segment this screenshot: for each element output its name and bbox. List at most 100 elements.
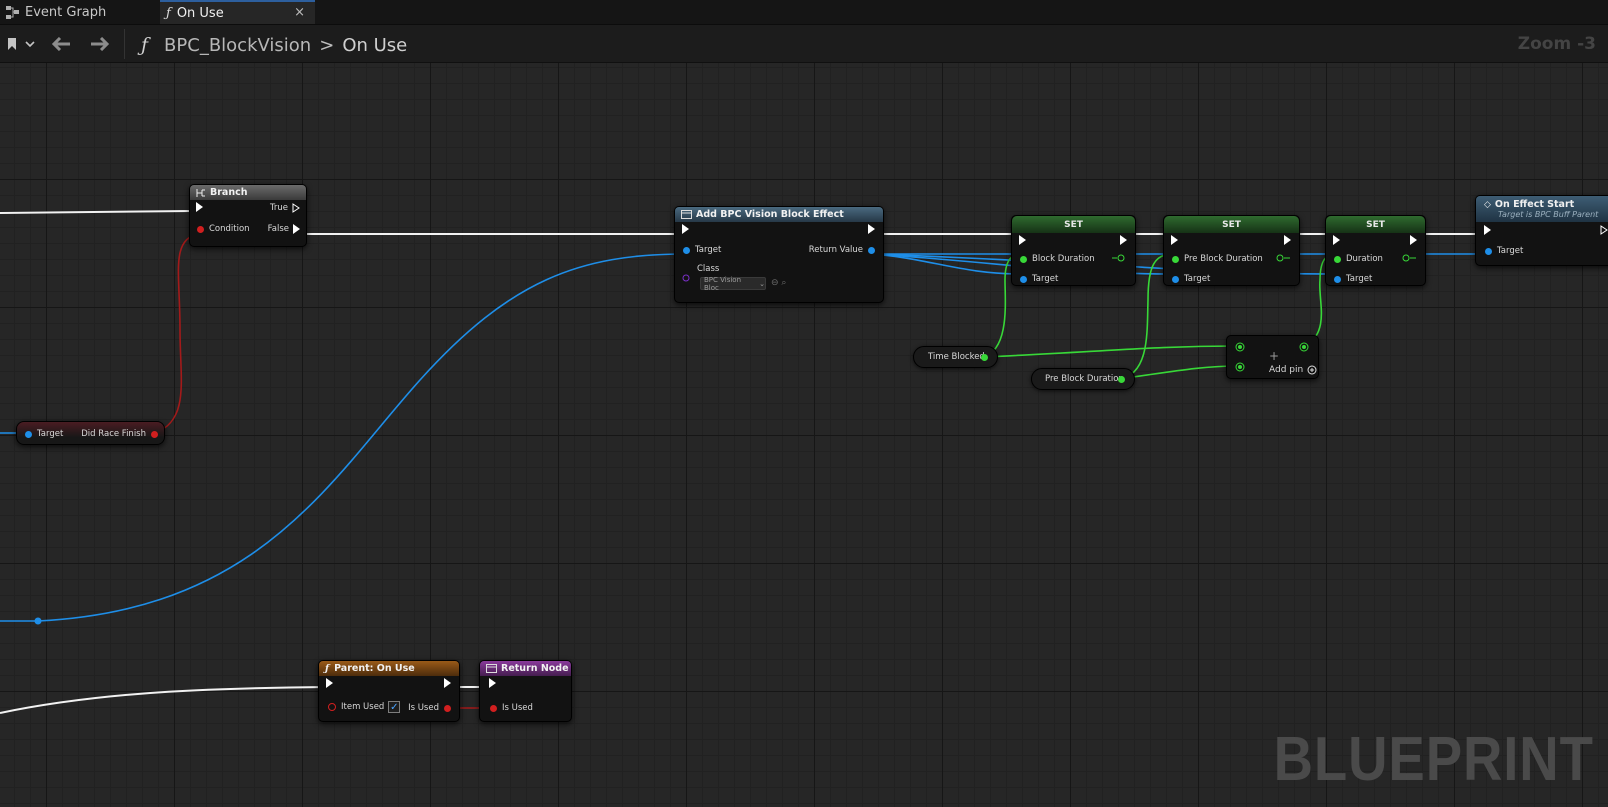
event-graph-icon	[6, 5, 19, 19]
tab-bar: Event Graph ƒ On Use ×	[0, 0, 1608, 25]
target-pin[interactable]: Target	[1485, 246, 1523, 256]
is-used-label: Is Used	[408, 703, 439, 713]
pre-block-duration-variable-node[interactable]: Pre Block Duration	[1031, 368, 1135, 390]
did-race-finish-pin[interactable]: Did Race Finish	[81, 429, 158, 439]
block-duration-pin[interactable]: Block Duration	[1020, 254, 1095, 264]
duration-label: Duration	[1346, 254, 1383, 264]
target-label: Target	[1032, 274, 1059, 284]
breadcrumb-separator: >	[319, 34, 335, 56]
tab-on-use[interactable]: ƒ On Use ×	[160, 0, 315, 24]
on-effect-start-title: On Effect Start	[1494, 199, 1575, 210]
did-race-finish-label: Did Race Finish	[81, 429, 146, 439]
block-duration-out-pin[interactable]	[1112, 254, 1126, 262]
parent-on-use-header[interactable]: ƒ Parent: On Use	[319, 661, 459, 676]
class-pin[interactable]	[682, 274, 692, 282]
return-value-label: Return Value	[808, 245, 863, 255]
breadcrumb-function[interactable]: On Use	[342, 35, 407, 56]
time-blocked-variable-node[interactable]: Time Blocked	[913, 346, 998, 368]
target-pin[interactable]: Target	[25, 429, 63, 439]
bookmark-dropdown-button[interactable]	[2, 31, 38, 57]
function-icon: ƒ	[166, 5, 171, 21]
exec-out-pin[interactable]	[1284, 235, 1291, 245]
condition-pin[interactable]: Condition	[197, 224, 250, 234]
add-pin-label: Add pin	[1269, 365, 1304, 375]
toolbar-divider	[124, 29, 125, 59]
target-label: Target	[1184, 274, 1211, 284]
exec-out-pin[interactable]	[444, 678, 451, 688]
blueprint-watermark: BLUEPRINT	[1273, 725, 1594, 794]
forward-button[interactable]	[85, 31, 113, 57]
browse-icon[interactable]: ⊖ ⌕	[771, 278, 786, 288]
back-button[interactable]	[48, 31, 76, 57]
set-header[interactable]: SET	[1012, 216, 1135, 233]
time-blocked-label: Time Blocked	[928, 352, 985, 362]
exec-in-pin[interactable]	[489, 678, 496, 688]
close-tab-icon[interactable]: ×	[294, 5, 305, 20]
tab-event-graph[interactable]: Event Graph	[0, 0, 155, 24]
did-race-finish-node[interactable]: Target Did Race Finish	[16, 421, 165, 445]
pre-block-duration-out-pin[interactable]	[1118, 376, 1125, 383]
add-output-pin[interactable]	[1299, 342, 1309, 352]
add-effect-title: Add BPC Vision Block Effect	[696, 209, 844, 220]
add-float-node[interactable]: + Add pin	[1226, 335, 1319, 379]
arrow-left-icon	[52, 37, 70, 51]
duration-pin[interactable]: Duration	[1334, 254, 1383, 264]
is-used-pin[interactable]: Is Used	[408, 703, 451, 713]
add-vision-block-effect-node[interactable]: Add BPC Vision Block Effect Target Retur…	[674, 206, 884, 303]
add-input-b-pin[interactable]	[1235, 362, 1245, 372]
exec-out-pin[interactable]	[1120, 235, 1127, 245]
branch-header[interactable]: Branch	[190, 185, 306, 200]
item-used-pin[interactable]: Item Used ✓	[327, 701, 401, 713]
set-header[interactable]: SET	[1164, 216, 1299, 233]
breadcrumb-blueprint[interactable]: BPC_BlockVision	[164, 35, 311, 56]
return-value-pin[interactable]: Return Value	[809, 245, 875, 255]
add-input-a-pin[interactable]	[1235, 342, 1245, 352]
set-block-duration-node[interactable]: SET Block Duration Target	[1011, 215, 1136, 286]
bookmark-icon	[8, 38, 35, 50]
exec-in-pin[interactable]	[196, 202, 203, 212]
exec-out-hollow-icon	[292, 203, 300, 213]
return-node-header[interactable]: Return Node	[480, 661, 571, 676]
exec-out-pin[interactable]	[868, 224, 875, 234]
target-pin[interactable]: Target	[1020, 274, 1058, 284]
function-icon: ƒ	[325, 663, 330, 674]
exec-in-pin[interactable]	[1484, 225, 1491, 235]
branch-node[interactable]: Branch True Condition False	[189, 184, 307, 247]
item-used-checkbox[interactable]: ✓	[388, 701, 401, 713]
set-duration-node[interactable]: SET Duration Target	[1325, 215, 1426, 286]
breadcrumb: ƒ BPC_BlockVision > On Use	[133, 31, 407, 59]
duration-out-pin[interactable]	[1402, 254, 1416, 262]
on-effect-start-node[interactable]: ◇ On Effect Start Target is BPC Buff Pare…	[1475, 195, 1608, 266]
target-pin[interactable]: Target	[1334, 274, 1372, 284]
parent-on-use-node[interactable]: ƒ Parent: On Use Item Used ✓ Is Used	[318, 660, 460, 722]
pre-block-duration-out-pin[interactable]	[1276, 254, 1290, 262]
function-icon: ƒ	[141, 34, 149, 56]
exec-in-pin[interactable]	[1171, 235, 1178, 245]
on-effect-start-subtitle: Target is BPC Buff Parent	[1498, 210, 1599, 219]
exec-out-pin[interactable]	[1410, 235, 1417, 245]
time-blocked-pin[interactable]	[981, 354, 988, 361]
add-pin-button[interactable]: Add pin	[1269, 365, 1317, 375]
class-value: BPC Vision Bloc	[704, 275, 742, 292]
class-dropdown[interactable]: BPC Vision Bloc ⌄	[700, 275, 766, 292]
exec-in-pin[interactable]	[326, 678, 333, 688]
add-effect-header[interactable]: Add BPC Vision Block Effect	[675, 207, 883, 222]
false-pin[interactable]: False	[268, 224, 300, 234]
exec-in-pin[interactable]	[1019, 235, 1026, 245]
target-pin[interactable]: Target	[683, 245, 721, 255]
graph-canvas[interactable]	[0, 63, 1608, 807]
event-icon: ◇	[1484, 199, 1491, 210]
pre-block-duration-label: Pre Block Duration	[1184, 254, 1263, 264]
on-effect-start-header[interactable]: ◇ On Effect Start Target is BPC Buff Pare…	[1476, 196, 1608, 222]
return-node[interactable]: Return Node Is Used	[479, 660, 572, 722]
chevron-down-icon: ⌄	[759, 279, 765, 288]
true-pin[interactable]: True	[270, 203, 300, 213]
pre-block-duration-pin[interactable]: Pre Block Duration	[1172, 254, 1263, 264]
target-pin[interactable]: Target	[1172, 274, 1210, 284]
is-used-in-pin[interactable]: Is Used	[490, 703, 533, 713]
exec-in-pin[interactable]	[1333, 235, 1340, 245]
set-pre-block-duration-node[interactable]: SET Pre Block Duration Target	[1163, 215, 1300, 286]
exec-in-pin[interactable]	[682, 224, 689, 234]
exec-out-pin[interactable]	[1600, 225, 1608, 235]
set-header[interactable]: SET	[1326, 216, 1425, 233]
